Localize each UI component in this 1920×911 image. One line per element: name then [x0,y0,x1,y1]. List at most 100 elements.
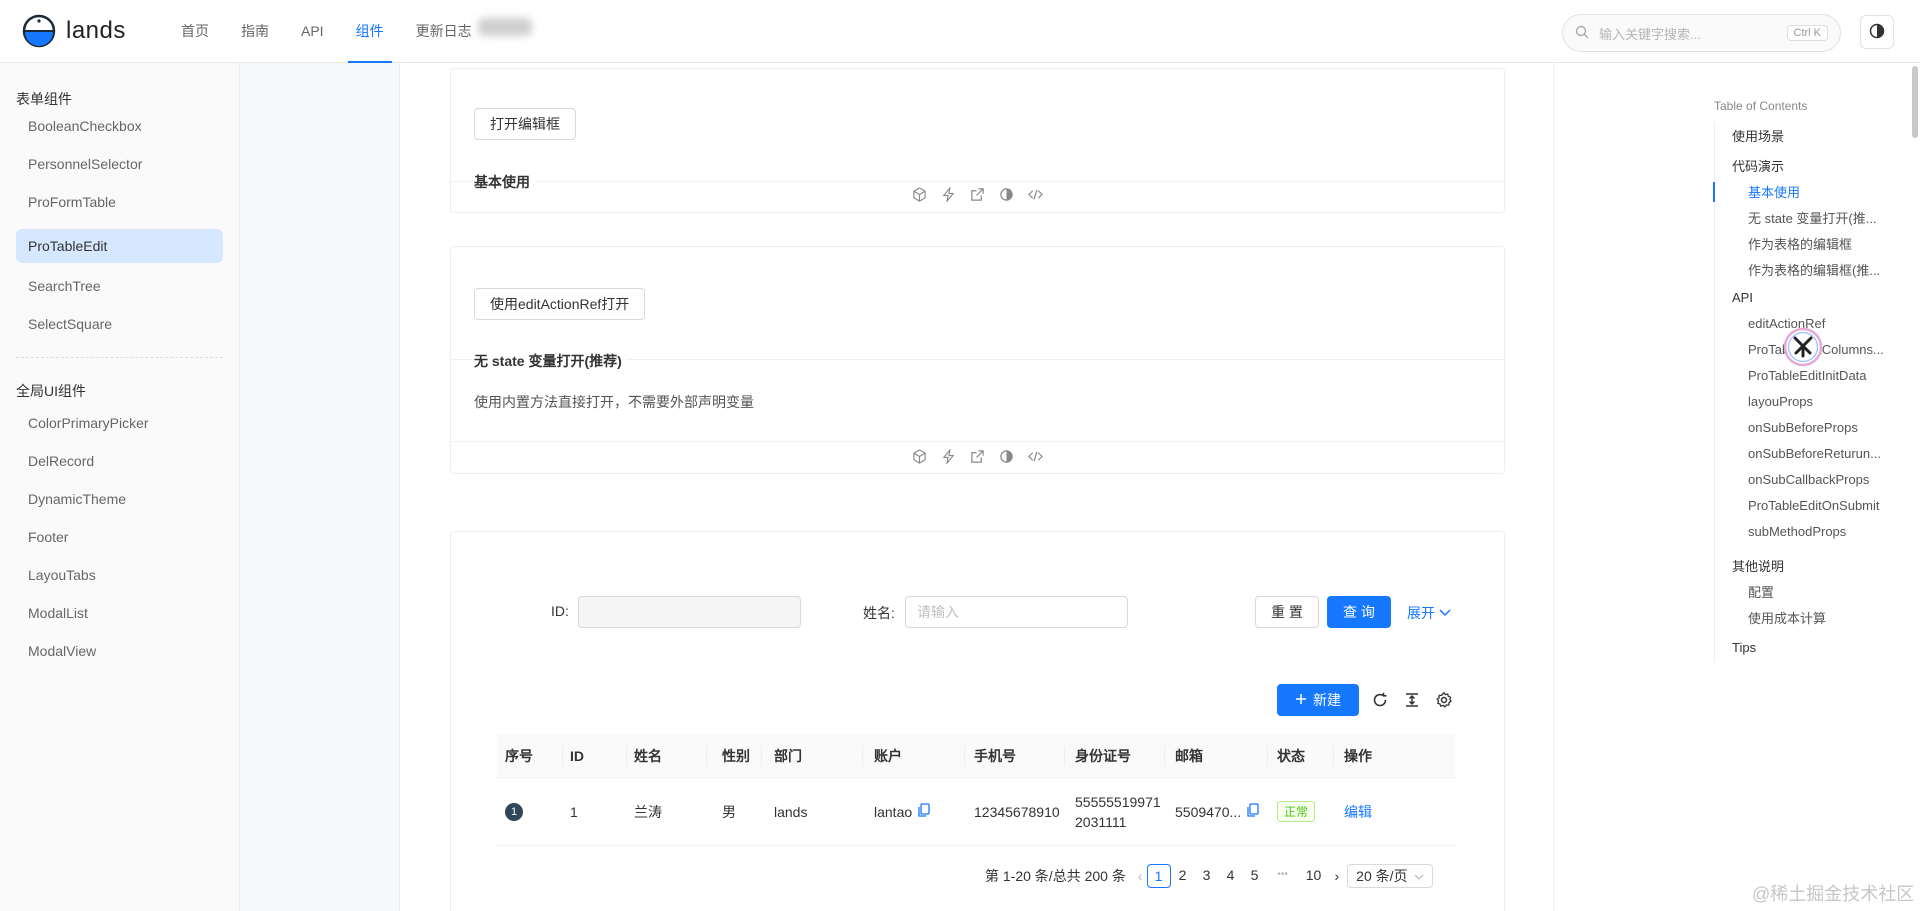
page-size-select[interactable]: 20 条/页 [1347,864,1433,888]
toc-item[interactable]: onSubCallbackProps [1748,472,1869,487]
logo[interactable]: lands [22,14,126,48]
cell-phone: 12345678910 [974,803,1060,820]
toc-item[interactable]: 作为表格的编辑框(推... [1748,260,1880,279]
sidebar-item-personnelselector[interactable]: PersonnelSelector [16,147,223,181]
toc-item[interactable]: 配置 [1748,582,1774,601]
open-with-actionref-button[interactable]: 使用editActionRef打开 [474,288,646,320]
id-label: ID: [551,603,569,619]
settings-icon[interactable] [1435,691,1453,709]
copy-icon[interactable] [1247,803,1259,820]
toc-panel [1553,63,1920,911]
code-icon[interactable] [1028,449,1043,467]
sidebar-item-colorprimarypicker[interactable]: ColorPrimaryPicker [16,406,223,440]
page-3[interactable]: 3 [1195,864,1219,888]
nav-components[interactable]: 组件 [340,0,400,63]
nav-home[interactable]: 首页 [165,0,225,63]
id-input[interactable] [578,596,801,628]
stackblitz-icon[interactable] [941,447,956,467]
search-input[interactable]: 输入关键字搜索... Ctrl K [1562,14,1841,52]
page-4[interactable]: 4 [1219,864,1243,888]
copy-icon[interactable] [918,803,930,820]
col-header: 邮箱 [1175,747,1203,764]
sidebar-item-layoutabs[interactable]: LayouTabs [16,558,223,592]
search-placeholder: 输入关键字搜索... [1599,26,1701,42]
stackblitz-icon[interactable] [941,185,956,205]
edit-link[interactable]: 编辑 [1344,802,1372,822]
new-button[interactable]: 新建 [1277,684,1359,716]
toc-item[interactable]: subMethodProps [1748,524,1846,539]
sidebar-item-searchtree[interactable]: SearchTree [16,269,223,303]
open-external-icon[interactable] [970,187,985,205]
search-icon [1575,25,1589,42]
open-external-icon[interactable] [970,449,985,467]
code-icon[interactable] [1028,187,1043,205]
toc-item[interactable]: API [1732,290,1753,305]
toc-item[interactable]: ProTableEditInitData [1748,368,1867,383]
cell-dept: lands [774,803,808,820]
reset-button[interactable]: 重 置 [1255,596,1319,628]
query-button[interactable]: 查 询 [1327,596,1391,628]
codesandbox-icon[interactable] [912,449,927,467]
top-header: lands 首页 指南 API 组件 更新日志 输入关键字搜索... Ctrl … [0,0,1920,63]
floating-logo-icon[interactable] [1783,327,1823,367]
toc-item[interactable]: ProTableEditOnSubmit [1748,498,1880,513]
page-ellipsis[interactable]: ••• [1267,864,1299,888]
toc-item[interactable]: 代码演示 [1732,156,1784,175]
cell-id: 1 [570,803,578,820]
sidebar-item-dynamictheme[interactable]: DynamicTheme [16,482,223,516]
col-header: 部门 [774,747,802,764]
reload-icon[interactable] [1371,691,1389,709]
sidebar-item-protableedit[interactable]: ProTableEdit [16,229,223,263]
expand-link[interactable]: 展开 [1407,603,1451,623]
toc-item[interactable]: onSubBeforeReturun... [1748,446,1881,461]
scrollbar-thumb[interactable] [1912,66,1918,138]
open-edit-button[interactable]: 打开编辑框 [474,108,576,140]
cell-email: 5509470... [1175,803,1242,820]
theme-icon[interactable] [999,187,1014,205]
nav-changelog[interactable]: 更新日志 [400,0,488,63]
table-header: 序号 ID 姓名 性别 部门 账户 手机号 身份证号 邮箱 状态 操作 [497,734,1455,778]
toc-item[interactable]: 其他说明 [1732,556,1784,575]
sidebar-item-footer[interactable]: Footer [16,520,223,554]
toc-item[interactable]: 无 state 变量打开(推... [1748,208,1877,227]
demo-card-table [450,531,1505,911]
page-2[interactable]: 2 [1171,864,1195,888]
page-last[interactable]: 10 [1299,864,1329,888]
expand-label: 展开 [1407,605,1435,621]
theme-icon[interactable] [999,449,1014,467]
toc-item[interactable]: onSubBeforeProps [1748,420,1858,435]
toc-item[interactable]: 使用场景 [1732,126,1784,145]
demo-actions [451,441,1504,475]
codesandbox-icon[interactable] [912,187,927,205]
toc-item[interactable]: 基本使用 [1748,182,1800,201]
toc-item[interactable]: 使用成本计算 [1748,608,1826,627]
demo-card-no-state: 使用editActionRef打开 无 state 变量打开(推荐) 使用内置方… [450,246,1505,474]
sidebar: 表单组件 BooleanCheckbox PersonnelSelector P… [0,63,240,911]
page-5[interactable]: 5 [1243,864,1267,888]
toc-item[interactable]: layouProps [1748,394,1813,409]
prev-page-icon[interactable]: ‹ [1138,868,1143,884]
sidebar-item-delrecord[interactable]: DelRecord [16,444,223,478]
sidebar-item-proformtable[interactable]: ProFormTable [16,185,223,219]
sidebar-group-title: 表单组件 [16,91,72,107]
nav-api[interactable]: API [285,0,340,63]
sidebar-item-modallist[interactable]: ModalList [16,596,223,630]
col-header: ID [570,747,584,764]
top-nav: 首页 指南 API 组件 更新日志 [165,0,488,63]
next-page-icon[interactable]: › [1335,868,1340,884]
col-header: 序号 [505,747,533,764]
name-input[interactable]: 请输入 [905,596,1128,628]
page-1[interactable]: 1 [1146,864,1171,888]
logo-icon [22,14,56,48]
sidebar-item-modalview[interactable]: ModalView [16,634,223,668]
toc-item[interactable]: Tips [1732,640,1756,655]
sidebar-item-selectsquare[interactable]: SelectSquare [16,307,223,341]
sidebar-divider [16,357,223,358]
demo-actions [451,179,1504,213]
logo-text: lands [66,17,126,44]
theme-toggle-button[interactable] [1860,15,1894,49]
sidebar-item-booleancheckbox[interactable]: BooleanCheckbox [16,109,223,143]
density-icon[interactable] [1403,691,1421,709]
toc-item[interactable]: 作为表格的编辑框 [1748,234,1852,253]
nav-guide[interactable]: 指南 [225,0,285,63]
